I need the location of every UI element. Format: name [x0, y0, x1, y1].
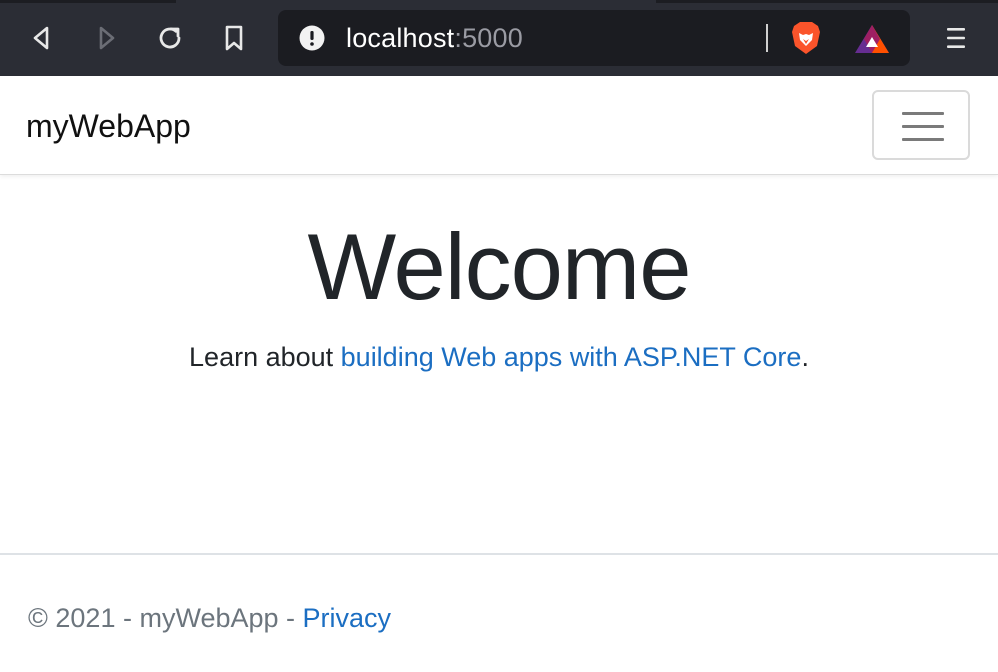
bookmark-icon	[225, 25, 243, 51]
brave-lion-icon[interactable]	[790, 20, 822, 56]
browser-toolbar: localhost:5000	[0, 0, 998, 76]
url-port: :5000	[454, 23, 523, 53]
tab-strip-edge	[0, 0, 176, 3]
bookmark-button[interactable]	[214, 18, 254, 58]
site-footer: © 2021 - myWebApp - Privacy	[0, 553, 998, 672]
intro-prefix: Learn about	[189, 342, 341, 372]
copyright-text: © 2021 - myWebApp -	[28, 603, 303, 633]
address-bar[interactable]: localhost:5000	[278, 10, 910, 66]
hamburger-bar	[902, 138, 944, 141]
url-host: localhost	[346, 23, 455, 53]
back-arrow-icon	[33, 26, 49, 50]
forward-button[interactable]	[86, 18, 126, 58]
intro-suffix: .	[801, 342, 809, 372]
hamburger-bar	[902, 112, 944, 115]
navbar-brand[interactable]: myWebApp	[26, 107, 191, 145]
page-title: Welcome	[307, 214, 691, 319]
aspnet-docs-link[interactable]: building Web apps with ASP.NET Core	[341, 342, 802, 372]
hamburger-bar	[902, 125, 944, 128]
intro-text: Learn about building Web apps with ASP.N…	[0, 340, 998, 374]
footer-text: © 2021 - myWebApp - Privacy	[28, 601, 391, 635]
address-bar-divider	[766, 24, 768, 52]
tab-strip-edge	[656, 0, 998, 3]
site-navbar: myWebApp	[0, 76, 998, 175]
forward-arrow-icon	[99, 26, 115, 50]
back-button[interactable]	[22, 18, 62, 58]
navbar-toggler-button[interactable]	[872, 90, 970, 160]
reload-button[interactable]	[150, 18, 190, 58]
privacy-link[interactable]: Privacy	[303, 603, 392, 633]
url-text[interactable]: localhost:5000	[346, 23, 523, 53]
browser-menu-button[interactable]	[936, 18, 976, 58]
hamburger-menu-icon	[947, 28, 965, 48]
info-icon[interactable]	[299, 25, 325, 51]
reload-icon	[159, 27, 181, 49]
bat-triangle-icon[interactable]	[853, 23, 891, 55]
